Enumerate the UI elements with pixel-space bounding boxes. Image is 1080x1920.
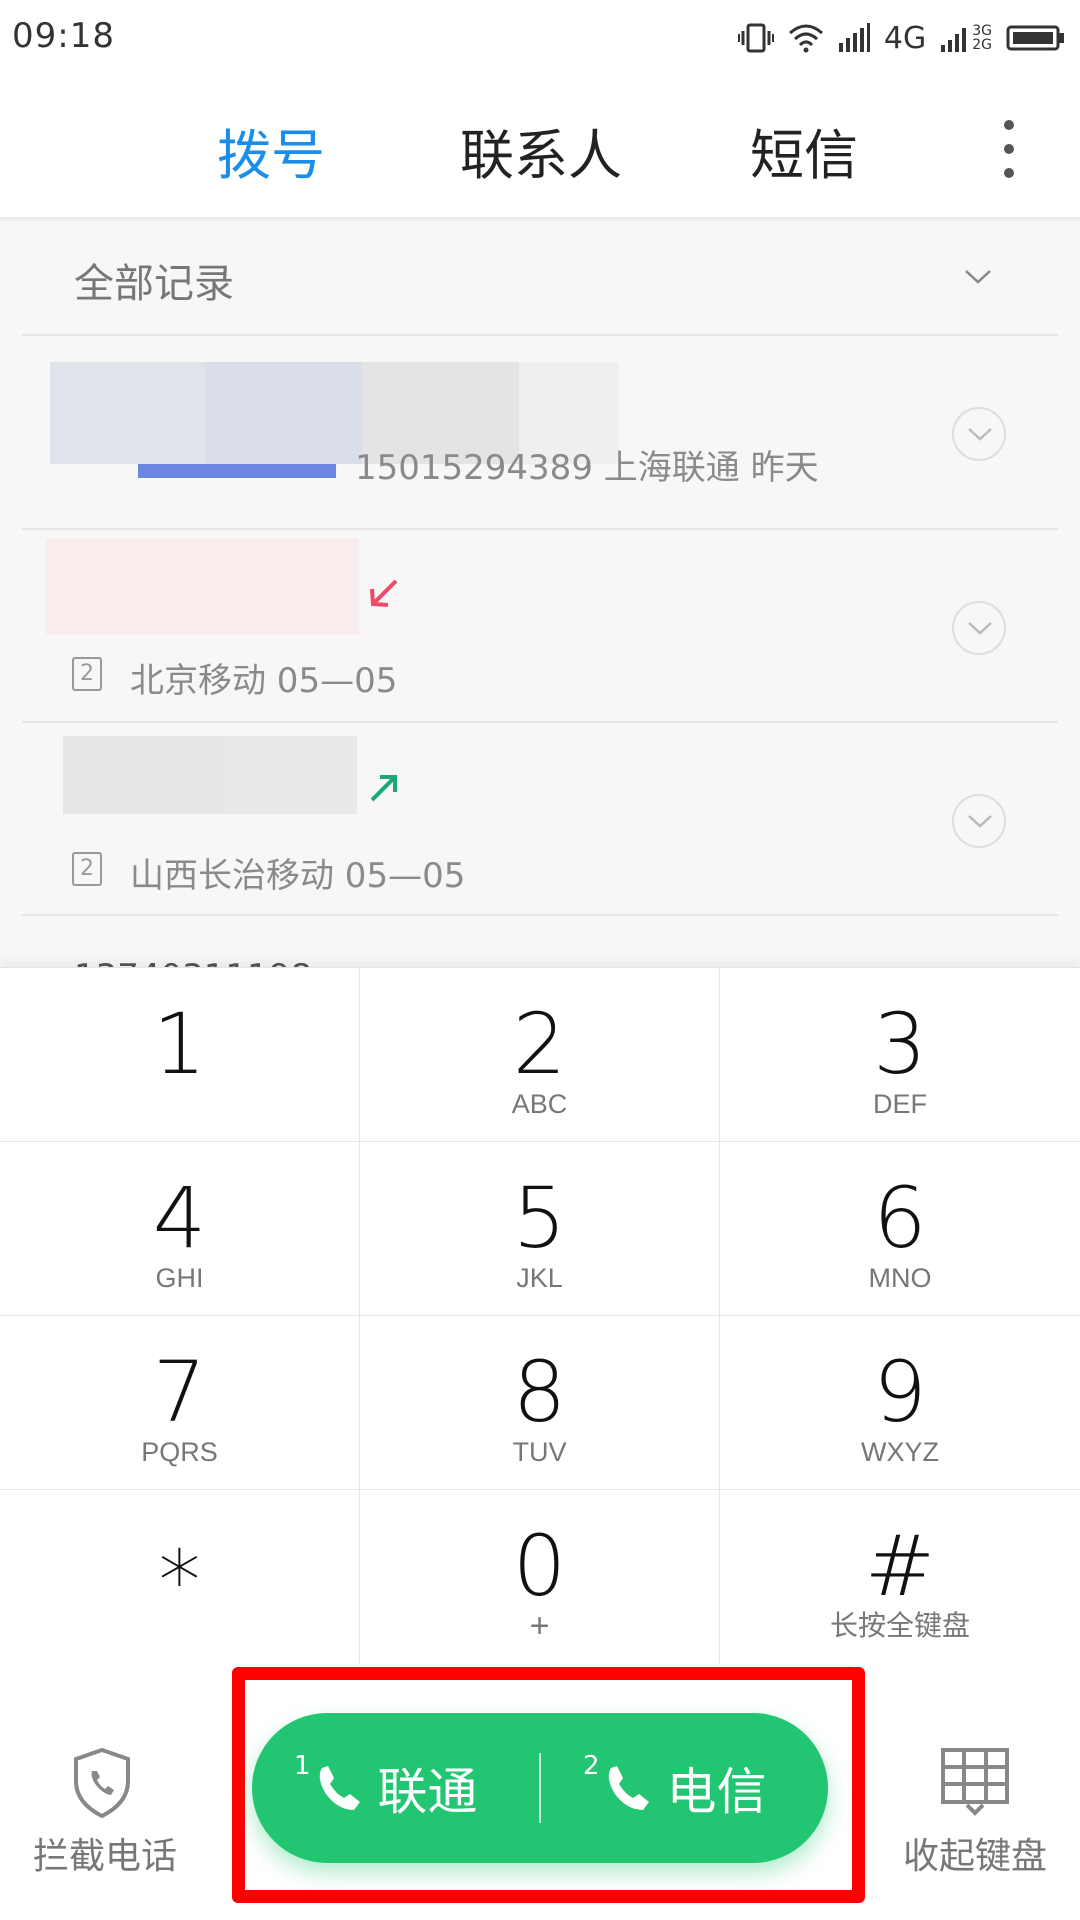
key-4[interactable]: 4 GHI — [0, 1142, 360, 1316]
call-log-row[interactable]: 15015294389 上海联通 昨天 — [0, 335, 1080, 527]
signal-icon — [838, 23, 870, 53]
redacted-block — [205, 362, 362, 464]
key-digit: 5 — [512, 1169, 567, 1267]
key-letters: GHI — [155, 1263, 204, 1293]
keypad-grid-icon — [941, 1748, 1009, 1816]
sim2-number: 2 — [583, 1751, 600, 1781]
key-letters: + — [529, 1607, 550, 1645]
key-digit: 4 — [152, 1169, 207, 1267]
call-log-peek: 13740311198 — [74, 957, 312, 967]
call-log-subtitle: 北京移动 05—05 — [130, 661, 398, 701]
collapse-keypad-label: 收起键盘 — [902, 1836, 1047, 1877]
expand-button[interactable] — [952, 601, 1006, 655]
key-letters: DEF — [873, 1089, 927, 1119]
key-letters: MNO — [868, 1263, 932, 1293]
call-log-subtitle: 15015294389 上海联通 昨天 — [355, 448, 819, 488]
shield-phone-icon — [74, 1747, 130, 1819]
phone-icon — [319, 1766, 360, 1810]
key-8[interactable]: 8 TUV — [360, 1316, 720, 1490]
battery-icon — [1006, 23, 1066, 53]
chevron-down-icon — [968, 815, 992, 828]
tab-bar: 拨号 联系人 短信 — [0, 75, 1080, 217]
signal-2-icon: 3G 2G — [940, 23, 992, 53]
key-digit: 2 — [512, 995, 567, 1093]
block-calls-button[interactable]: 拦截电话 — [10, 1747, 200, 1877]
redacted-block — [223, 736, 357, 814]
key-1[interactable]: 1 — [0, 968, 360, 1142]
status-bar: 09:18 4G 3G 2G — [0, 0, 1080, 75]
sim-icon: 2 — [72, 852, 102, 886]
dial-keypad: 1 2 ABC 3 DEF 4 GHI 5 JKL 6 MNO 7 PQRS 8 TUV 9W… — [0, 967, 1080, 1664]
network-3g: 3G — [972, 23, 992, 39]
sim2-carrier: 电信 — [666, 1763, 767, 1821]
sim-icon: 2 — [72, 657, 102, 691]
vibrate-icon — [737, 23, 774, 53]
key-digit: 3 — [873, 995, 927, 1093]
expand-button[interactable] — [952, 407, 1006, 461]
call-log-row[interactable]: 2 山西长治移动 05—05 — [0, 722, 1080, 914]
key-digit: 1 — [152, 995, 207, 1093]
tab-sms[interactable]: 短信 — [750, 111, 858, 190]
redacted-block — [63, 736, 223, 814]
call-sim1-button[interactable]: 1 联通 — [252, 1713, 539, 1863]
tab-dial[interactable]: 拨号 — [217, 111, 325, 190]
key-letters: 长按全键盘 — [829, 1609, 970, 1642]
block-calls-label: 拦截电话 — [32, 1836, 177, 1877]
key-digit: 9 — [873, 1343, 927, 1441]
sim1-carrier: 联通 — [377, 1763, 478, 1821]
dual-sim-call-button: 1 联通 2 电信 — [252, 1713, 828, 1863]
phone-icon — [608, 1766, 649, 1810]
call-log-filter[interactable]: 全部记录 — [74, 251, 234, 309]
status-icons: 4G 3G 2G — [737, 14, 1066, 62]
call-log-row[interactable]: 2 北京移动 05—05 — [0, 529, 1080, 721]
key-5[interactable]: 5 JKL — [360, 1142, 720, 1316]
redacted-block — [46, 539, 359, 635]
key-letters: PQRS — [141, 1437, 218, 1467]
sim1-number: 1 — [294, 1751, 311, 1781]
key-2[interactable]: 2 ABC — [360, 968, 720, 1142]
status-time: 09:18 — [12, 16, 115, 56]
key-0[interactable]: 0 + — [360, 1490, 720, 1664]
chevron-down-icon[interactable] — [963, 267, 993, 287]
call-log: 全部记录 15015294389 上海联通 昨天 2 北京移动 05—05 2 … — [0, 217, 1080, 967]
expand-button[interactable] — [952, 794, 1006, 848]
key-digit: # — [864, 1517, 936, 1615]
key-hash[interactable]: # 长按全键盘 — [720, 1490, 1080, 1664]
key-7[interactable]: 7 PQRS — [0, 1316, 360, 1490]
key-letters: WXYZ — [861, 1437, 939, 1467]
key-digit: 7 — [152, 1343, 207, 1441]
chevron-down-icon — [968, 622, 992, 635]
key-letters: JKL — [516, 1263, 563, 1293]
key-6[interactable]: 6 MNO — [720, 1142, 1080, 1316]
missed-call-arrow-icon — [370, 579, 398, 607]
key-digit: 0 — [512, 1517, 567, 1615]
wifi-icon — [788, 23, 824, 53]
key-3[interactable]: 3 DEF — [720, 968, 1080, 1142]
key-digit: 8 — [512, 1343, 567, 1441]
key-digit: * — [158, 1532, 201, 1630]
redacted-block — [50, 362, 205, 464]
collapse-keypad-button[interactable]: 收起键盘 — [880, 1747, 1070, 1877]
network-type: 4G — [883, 20, 927, 56]
key-letters: ABC — [511, 1089, 568, 1119]
key-star[interactable]: * — [0, 1490, 360, 1664]
chevron-down-icon — [968, 428, 992, 441]
key-9[interactable]: 9 WXYZ — [720, 1316, 1080, 1490]
more-options-icon[interactable] — [995, 120, 1021, 180]
number-tag — [138, 464, 336, 478]
call-log-subtitle: 山西长治移动 05—05 — [130, 856, 466, 896]
call-sim2-button[interactable]: 2 电信 — [541, 1713, 828, 1863]
outgoing-call-arrow-icon — [370, 775, 397, 802]
key-letters: TUV — [512, 1437, 567, 1467]
network-2g: 2G — [972, 37, 992, 53]
key-digit: 6 — [873, 1169, 927, 1267]
tab-contacts[interactable]: 联系人 — [460, 111, 622, 190]
divider — [22, 914, 1058, 916]
